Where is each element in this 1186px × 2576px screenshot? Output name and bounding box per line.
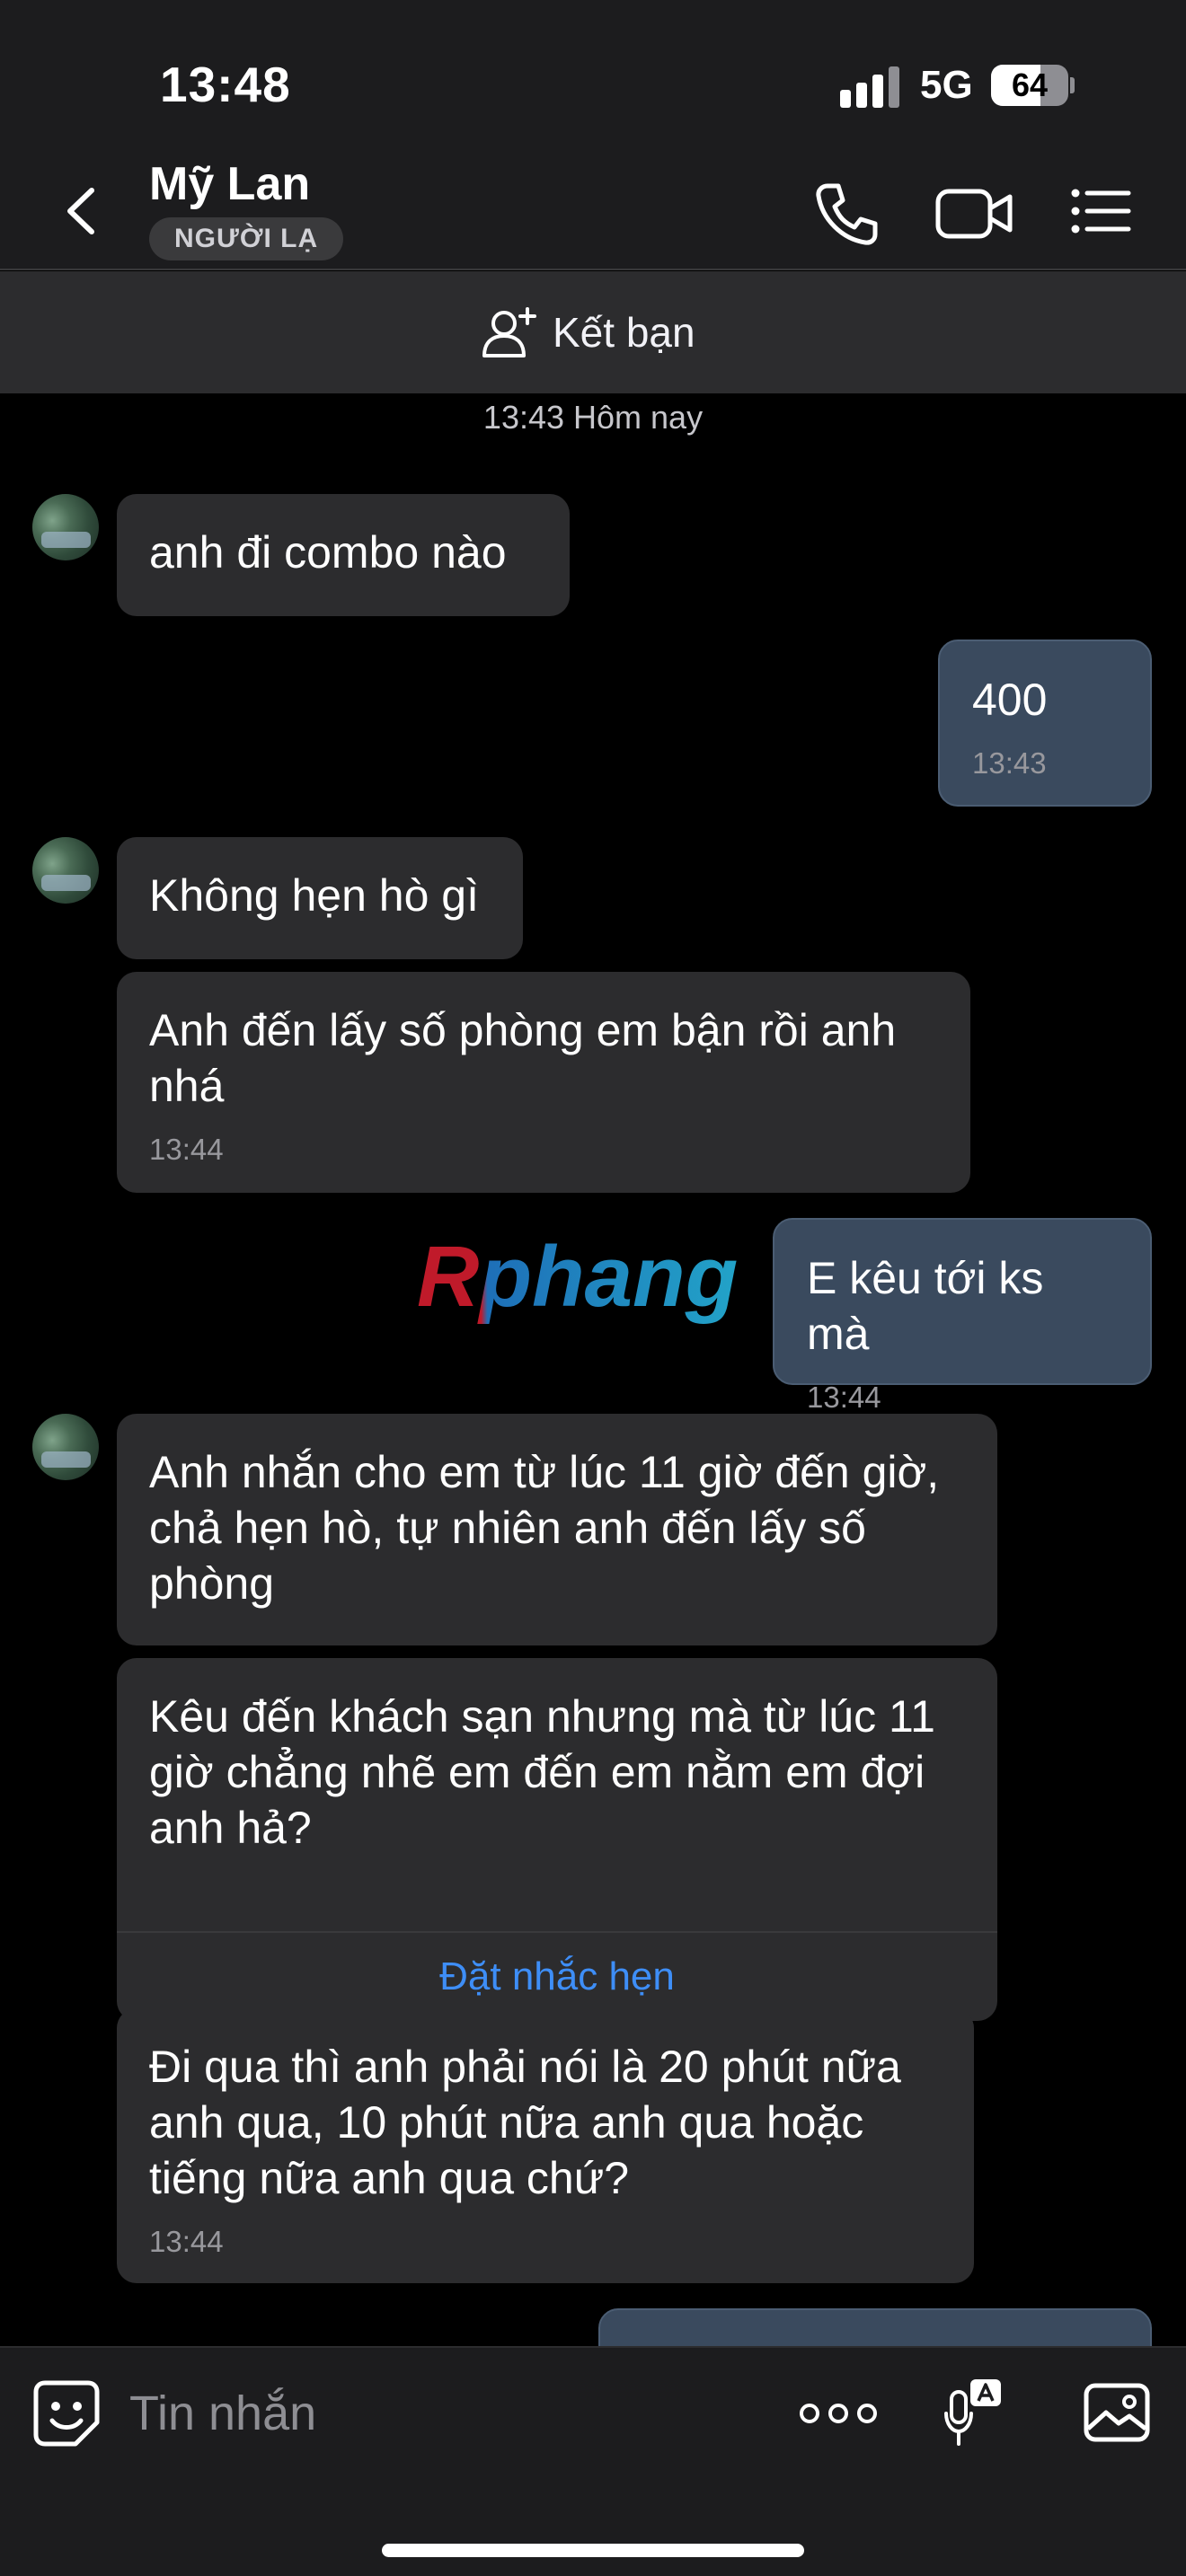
svg-text:Rphang: Rphang xyxy=(417,1231,738,1325)
message-bubble[interactable]: anh đi combo nào xyxy=(117,494,570,616)
phone-icon[interactable] xyxy=(813,181,881,248)
signal-icon xyxy=(840,66,899,108)
battery-level: 64 xyxy=(1011,66,1049,103)
message-time: 13:44 xyxy=(149,1133,224,1166)
video-call-icon[interactable] xyxy=(934,184,1015,243)
message-bubble-partial[interactable] xyxy=(598,2308,1152,2346)
battery-icon: 64 xyxy=(991,65,1075,106)
message-text: Anh đến lấy số phòng em bận rồi anh nhá xyxy=(149,1005,897,1111)
watermark-logo: Rphang xyxy=(417,1231,738,1325)
date-divider: 13:43 Hôm nay xyxy=(482,399,704,436)
status-bar: 13:48 5G 64 xyxy=(0,0,1186,148)
message-text: Không hẹn hò gì xyxy=(149,870,479,921)
message-text: 400 xyxy=(972,675,1048,725)
message-list[interactable]: 13:43 Hôm nay anh đi combo nào 400 13:43… xyxy=(0,395,1186,2346)
message-bubble[interactable]: E kêu tới ks mà 13:44 xyxy=(773,1218,1152,1414)
image-icon[interactable] xyxy=(1083,2380,1151,2445)
sticker-icon[interactable] xyxy=(32,2379,101,2448)
message-time: 13:44 xyxy=(149,2225,224,2258)
voice-to-text-icon[interactable] xyxy=(943,2378,1005,2449)
add-friend-bar[interactable]: Kết bạn xyxy=(0,271,1186,393)
conversation-header: Mỹ Lan NGƯỜI LẠ xyxy=(0,148,1186,270)
status-time: 13:48 xyxy=(160,57,291,112)
message-bubble[interactable]: Không hẹn hò gì xyxy=(117,837,523,959)
message-bubble[interactable]: Kêu đến khách sạn nhưng mà từ lúc 11 giờ… xyxy=(117,1658,997,2021)
message-time: 13:44 xyxy=(807,1381,881,1414)
more-icon[interactable] xyxy=(798,2391,879,2436)
message-time: 13:43 xyxy=(972,746,1047,780)
add-friend-button[interactable]: Kết bạn xyxy=(481,305,695,359)
message-text: Kêu đến khách sạn nhưng mà từ lúc 11 giờ… xyxy=(149,1691,935,1853)
message-text: Anh nhắn cho em từ lúc 11 giờ đến giờ, c… xyxy=(149,1447,940,1609)
message-text: anh đi combo nào xyxy=(149,527,507,578)
contact-avatar[interactable] xyxy=(32,1414,99,1480)
message-composer xyxy=(0,2346,1186,2576)
message-bubble[interactable]: Anh nhắn cho em từ lúc 11 giờ đến giờ, c… xyxy=(117,1414,997,1645)
message-bubble[interactable]: Anh đến lấy số phòng em bận rồi anh nhá … xyxy=(117,972,970,1193)
contact-name[interactable]: Mỹ Lan xyxy=(149,157,310,211)
message-text: E kêu tới ks mà xyxy=(807,1253,1044,1359)
contact-avatar[interactable] xyxy=(32,494,99,560)
chat-screen: 13:48 5G 64 Mỹ Lan NGƯỜI LẠ Kết bạn 13:4… xyxy=(0,0,1186,2576)
network-type-label: 5G xyxy=(920,63,973,107)
message-text: Đi qua thì anh phải nói là 20 phút nữa a… xyxy=(149,2042,901,2203)
add-friend-icon xyxy=(482,307,536,357)
message-bubble[interactable]: 400 13:43 xyxy=(938,640,1152,807)
set-reminder-link[interactable]: Đặt nhắc hẹn xyxy=(117,1931,997,2021)
message-bubble[interactable]: Đi qua thì anh phải nói là 20 phút nữa a… xyxy=(117,2008,974,2283)
home-indicator[interactable] xyxy=(382,2544,804,2557)
back-icon[interactable] xyxy=(45,180,117,243)
contact-avatar[interactable] xyxy=(32,837,99,904)
message-input[interactable] xyxy=(129,2373,758,2454)
add-friend-label: Kết bạn xyxy=(553,309,695,356)
menu-list-icon[interactable] xyxy=(1069,182,1132,241)
stranger-badge: NGƯỜI LẠ xyxy=(149,217,344,260)
